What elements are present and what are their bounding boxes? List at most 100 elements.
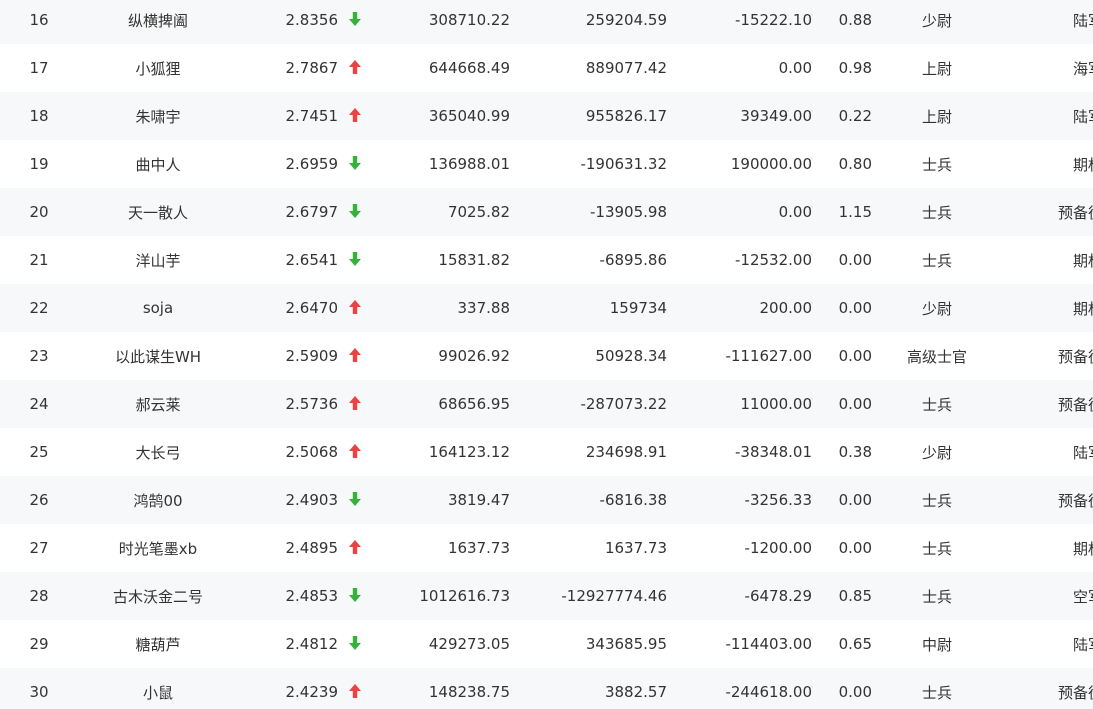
category-label: 期权 — [1072, 155, 1093, 174]
trader-name: 糖葫芦 — [135, 635, 181, 654]
value-col-3: 0.00 — [778, 203, 812, 221]
table-row[interactable]: 20 天一散人 2.6797 7025.82 -13905.98 0.00 1.15 士兵 预备… — [0, 188, 1093, 236]
trader-name: 曲中人 — [135, 155, 181, 174]
value-col-1: 308710.22 — [428, 11, 510, 29]
table-row[interactable]: 17 小狐狸 2.7867 644668.49 889077.42 0.00 0.98 上尉 海… — [0, 44, 1093, 92]
ratio-value: 0.00 — [838, 395, 872, 413]
trader-name: 纵横捭阖 — [127, 11, 188, 30]
arrow-down-icon — [348, 11, 362, 27]
trend-indicator — [338, 428, 388, 476]
table-row[interactable]: 27 时光笔墨xb 2.4895 1637.73 1637.73 -1200.00 0.00… — [0, 524, 1093, 572]
table-row[interactable]: 21 洋山芋 2.6541 15831.82 -6895.86 -12532.00 0.00… — [0, 236, 1093, 284]
arrow-up-icon — [348, 59, 362, 75]
value-col-3: 190000.00 — [730, 155, 812, 173]
table-row[interactable]: 18 朱啸宇 2.7451 365040.99 955826.17 39349.00 0.2… — [0, 92, 1093, 140]
category-label: 预备役 — [1057, 395, 1093, 414]
trend-indicator — [338, 620, 388, 668]
value-col-3: -6478.29 — [744, 587, 812, 605]
ratio-value: 0.98 — [838, 59, 872, 77]
trend-indicator — [338, 236, 388, 284]
table-row[interactable]: 28 古木沃金二号 2.4853 1012616.73 -12927774.46 -647… — [0, 572, 1093, 620]
level-badge: 中尉 — [921, 635, 952, 654]
table-row[interactable]: 24 郝云莱 2.5736 68656.95 -287073.22 11000.00 0.0… — [0, 380, 1093, 428]
level-badge: 士兵 — [921, 251, 952, 270]
category-label: 陆军 — [1072, 11, 1093, 30]
arrow-down-icon — [348, 251, 362, 267]
table-row[interactable]: 19 曲中人 2.6959 136988.01 -190631.32 190000.00 0… — [0, 140, 1093, 188]
rank-cell: 21 — [29, 251, 49, 269]
score-value: 2.7451 — [285, 107, 339, 125]
trader-name: 大长弓 — [135, 443, 181, 462]
score-value: 2.4903 — [285, 491, 339, 509]
value-col-1: 7025.82 — [447, 203, 510, 221]
value-col-1: 1637.73 — [447, 539, 510, 557]
category-label: 陆军 — [1072, 635, 1093, 654]
category-label: 海军 — [1072, 59, 1093, 78]
value-col-3: -12532.00 — [735, 251, 812, 269]
trend-indicator — [338, 188, 388, 236]
category-label: 预备役 — [1057, 203, 1093, 222]
rank-cell: 20 — [29, 203, 49, 221]
value-col-3: -1200.00 — [744, 539, 812, 557]
table-row[interactable]: 26 鸿鹄00 2.4903 3819.47 -6816.38 -3256.33 0.00 士… — [0, 476, 1093, 524]
ratio-value: 0.80 — [838, 155, 872, 173]
trader-name: 洋山芋 — [135, 251, 181, 270]
trader-name: soja — [142, 299, 174, 317]
ratio-value: 0.65 — [838, 635, 872, 653]
level-badge: 士兵 — [921, 155, 952, 174]
trader-name: 小鼠 — [142, 683, 173, 702]
category-label: 期权 — [1072, 299, 1093, 318]
arrow-up-icon — [348, 443, 362, 459]
level-badge: 上尉 — [921, 107, 952, 126]
value-col-2: 234698.91 — [585, 443, 667, 461]
value-col-1: 148238.75 — [428, 683, 510, 701]
ratio-value: 0.00 — [838, 539, 872, 557]
value-col-1: 164123.12 — [428, 443, 510, 461]
trader-name: 鸿鹄00 — [133, 491, 183, 510]
value-col-3: -114403.00 — [725, 635, 812, 653]
level-badge: 士兵 — [921, 203, 952, 222]
value-col-2: 259204.59 — [585, 11, 667, 29]
table-row[interactable]: 29 糖葫芦 2.4812 429273.05 343685.95 -114403.00 0… — [0, 620, 1093, 668]
value-col-2: -6895.86 — [599, 251, 667, 269]
trend-indicator — [338, 140, 388, 188]
value-col-3: 11000.00 — [740, 395, 812, 413]
category-label: 陆军 — [1072, 443, 1093, 462]
score-value: 2.6541 — [285, 251, 339, 269]
value-col-2: 955826.17 — [585, 107, 667, 125]
ratio-value: 0.00 — [838, 347, 872, 365]
arrow-down-icon — [348, 635, 362, 651]
trend-indicator — [338, 668, 388, 709]
category-label: 期权 — [1072, 539, 1093, 558]
arrow-up-icon — [348, 299, 362, 315]
table-row[interactable]: 23 以此谋生WH 2.5909 99026.92 50928.34 -111627.00… — [0, 332, 1093, 380]
value-col-1: 1012616.73 — [419, 587, 510, 605]
score-value: 2.4895 — [285, 539, 339, 557]
rank-cell: 25 — [29, 443, 49, 461]
value-col-2: 3882.57 — [604, 683, 667, 701]
rank-cell: 24 — [29, 395, 49, 413]
arrow-up-icon — [348, 107, 362, 123]
ranking-table-body: 16 纵横捭阖 2.8356 308710.22 259204.59 -15222.10 0… — [0, 0, 1093, 709]
score-value: 2.5909 — [285, 347, 339, 365]
score-value: 2.8356 — [285, 11, 339, 29]
rank-cell: 19 — [29, 155, 49, 173]
arrow-up-icon — [348, 347, 362, 363]
rank-cell: 27 — [29, 539, 49, 557]
table-row[interactable]: 30 小鼠 2.4239 148238.75 3882.57 -244618.00 0.00… — [0, 668, 1093, 709]
level-badge: 少尉 — [921, 299, 952, 318]
category-label: 空军 — [1072, 587, 1093, 606]
arrow-down-icon — [348, 203, 362, 219]
table-row[interactable]: 16 纵横捭阖 2.8356 308710.22 259204.59 -15222.10 0… — [0, 0, 1093, 44]
trader-name: 天一散人 — [127, 203, 188, 222]
score-value: 2.4812 — [285, 635, 339, 653]
value-col-2: -190631.32 — [580, 155, 667, 173]
category-label: 期权 — [1072, 251, 1093, 270]
table-row[interactable]: 25 大长弓 2.5068 164123.12 234698.91 -38348.01 0.… — [0, 428, 1093, 476]
value-col-1: 429273.05 — [428, 635, 510, 653]
level-badge: 少尉 — [921, 443, 952, 462]
rank-cell: 23 — [29, 347, 49, 365]
value-col-1: 337.88 — [457, 299, 511, 317]
category-label: 陆军 — [1072, 107, 1093, 126]
table-row[interactable]: 22 soja 2.6470 337.88 159734 200.00 0.00 少尉 期权 — [0, 284, 1093, 332]
